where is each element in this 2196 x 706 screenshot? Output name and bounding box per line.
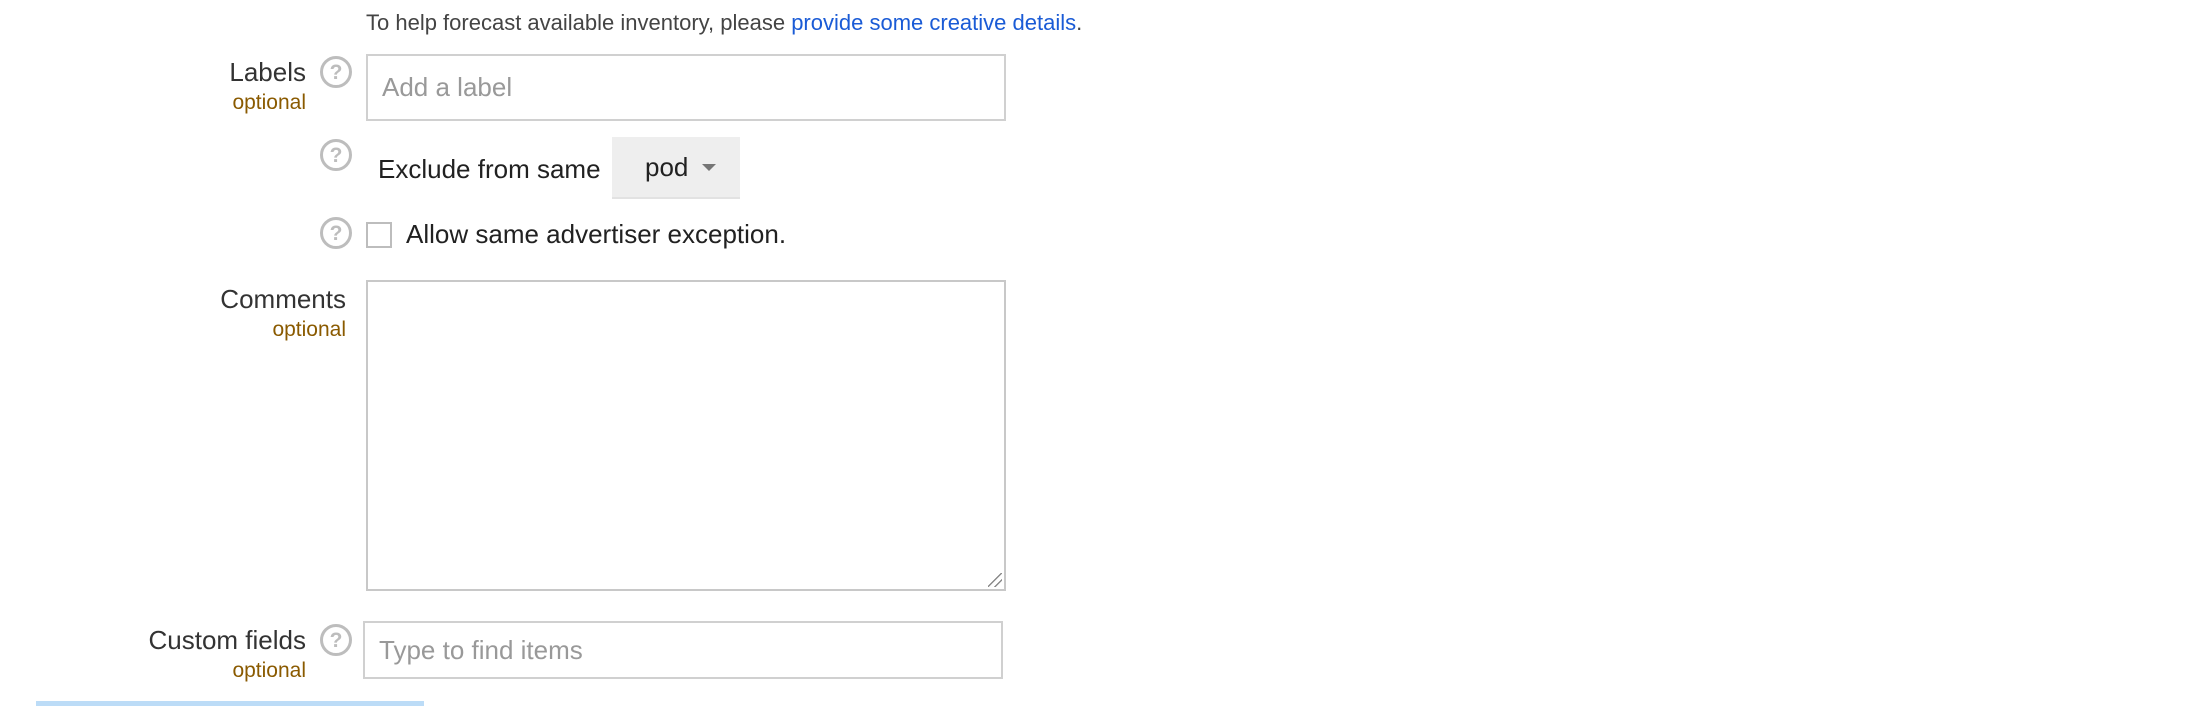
chevron-down-icon <box>702 163 717 171</box>
advertiser-exception-help-icon[interactable]: ? <box>320 217 352 249</box>
labels-label: Labels <box>229 57 306 87</box>
exclusion-scope-dropdown[interactable]: pod <box>612 137 740 199</box>
comments-optional: optional <box>272 318 346 341</box>
labels-input[interactable]: Add a label <box>366 54 1006 121</box>
provide-creative-details-link[interactable]: provide some creative details <box>791 10 1076 35</box>
resize-grip-icon[interactable] <box>988 573 1002 587</box>
creative-hint-prefix: To help forecast available inventory, pl… <box>366 10 792 35</box>
creative-hint-text: To help forecast available inventory, pl… <box>366 10 1082 36</box>
exclude-from-same-label: Exclude from same <box>378 154 601 184</box>
custom-fields-label: Custom fields <box>148 625 307 655</box>
advertiser-exception-checkbox[interactable] <box>366 222 392 248</box>
custom-fields-optional: optional <box>232 659 306 682</box>
bottom-button-partial[interactable] <box>36 701 424 706</box>
comments-textarea[interactable] <box>366 280 1006 591</box>
custom-fields-search-input[interactable]: Type to find items <box>363 621 1003 679</box>
exclusion-scope-value: pod <box>645 151 689 182</box>
labels-help-icon[interactable]: ? <box>320 56 352 88</box>
advertiser-exception-label[interactable]: Allow same advertiser exception. <box>406 219 786 250</box>
custom-fields-help-icon[interactable]: ? <box>320 624 352 656</box>
exclusion-help-icon[interactable]: ? <box>320 139 352 171</box>
creative-hint-suffix: . <box>1076 10 1083 35</box>
comments-label: Comments <box>220 284 346 314</box>
labels-optional: optional <box>232 91 306 114</box>
